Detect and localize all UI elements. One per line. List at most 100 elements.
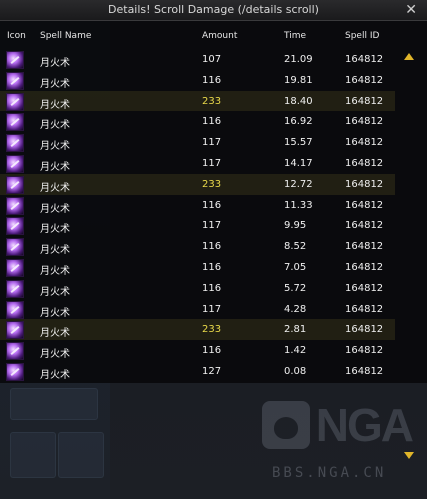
column-header-time: Time — [284, 31, 307, 41]
spell-id-cell: 164812 — [345, 74, 384, 86]
time-cell: 4.28 — [284, 303, 307, 315]
moonfire-spell-icon — [6, 258, 24, 277]
column-header-spell-name: Spell Name — [40, 31, 92, 41]
time-cell: 18.40 — [284, 95, 313, 107]
spell-name-cell: 月火术 — [40, 120, 70, 132]
moonfire-spell-icon — [6, 175, 24, 194]
spell-name-cell: 月火术 — [40, 349, 70, 361]
time-cell: 9.95 — [284, 220, 307, 232]
time-cell: 7.05 — [284, 261, 307, 273]
time-cell: 0.08 — [284, 365, 307, 377]
amount-cell: 116 — [202, 345, 222, 357]
table-row[interactable]: 月火术 116 8.52 164812 — [0, 236, 395, 257]
amount-cell: 127 — [202, 365, 222, 377]
amount-cell: 107 — [202, 54, 222, 65]
amount-cell: 116 — [202, 241, 222, 253]
spell-name-cell: 月火术 — [40, 99, 70, 111]
spell-name-cell: 月火术 — [40, 286, 70, 298]
moonfire-spell-icon — [6, 279, 24, 298]
close-icon[interactable]: ✕ — [405, 1, 417, 19]
time-cell: 21.09 — [284, 54, 313, 65]
moonfire-spell-icon — [6, 51, 24, 69]
table-row[interactable]: 月火术 233 2.81 164812 — [0, 319, 395, 341]
spell-id-cell: 164812 — [345, 303, 384, 315]
spell-name-cell: 月火术 — [40, 182, 70, 194]
table-row[interactable]: 月火术 116 5.72 164812 — [0, 278, 395, 299]
moonfire-spell-icon — [6, 300, 24, 319]
table-row[interactable]: 月火术 117 15.57 164812 — [0, 132, 395, 153]
game-button — [58, 432, 104, 478]
spell-id-cell: 164812 — [345, 95, 384, 107]
amount-cell: 116 — [202, 74, 222, 86]
spell-id-cell: 164812 — [345, 116, 384, 128]
paw-icon — [262, 401, 310, 449]
amount-cell: 116 — [202, 282, 222, 294]
spell-id-cell: 164812 — [345, 365, 384, 377]
spell-id-cell: 164812 — [345, 54, 384, 65]
spell-name-cell: 月火术 — [40, 224, 70, 236]
time-cell: 5.72 — [284, 282, 307, 294]
nga-watermark: NGA BBS.NGA.CN — [262, 393, 414, 493]
moonfire-spell-icon — [6, 362, 24, 381]
moonfire-spell-icon — [6, 238, 24, 257]
time-cell: 16.92 — [284, 116, 313, 128]
moonfire-spell-icon — [6, 321, 24, 340]
scroll-down-arrow-icon[interactable] — [404, 452, 414, 459]
table-row[interactable]: 月火术 233 18.40 164812 — [0, 90, 395, 112]
table-row[interactable]: 月火术 116 16.92 164812 — [0, 111, 395, 132]
spell-id-cell: 164812 — [345, 345, 384, 357]
spell-id-cell: 164812 — [345, 199, 384, 211]
amount-cell: 116 — [202, 199, 222, 211]
table-row[interactable]: 月火术 117 4.28 164812 — [0, 299, 395, 320]
time-cell: 12.72 — [284, 178, 313, 190]
scroll-up-arrow-icon[interactable] — [404, 53, 414, 60]
spell-name-cell: 月火术 — [40, 78, 70, 90]
amount-cell: 233 — [202, 178, 222, 190]
moonfire-spell-icon — [6, 196, 24, 215]
spell-id-cell: 164812 — [345, 324, 384, 336]
spell-id-cell: 164812 — [345, 137, 384, 149]
spell-name-cell: 月火术 — [40, 58, 70, 69]
spell-name-cell: 月火术 — [40, 369, 70, 381]
table-row[interactable]: 月火术 117 14.17 164812 — [0, 153, 395, 174]
window-title: Details! Scroll Damage (/details scroll) — [108, 3, 319, 16]
spell-name-cell: 月火术 — [40, 161, 70, 173]
table-row[interactable]: 月火术 233 12.72 164812 — [0, 173, 395, 195]
table-row[interactable]: 月火术 116 11.33 164812 — [0, 195, 395, 216]
column-header-amount: Amount — [202, 31, 238, 41]
moonfire-spell-icon — [6, 113, 24, 132]
title-bar[interactable]: Details! Scroll Damage (/details scroll)… — [0, 0, 427, 21]
moonfire-spell-icon — [6, 92, 24, 111]
table-row[interactable]: 月火术 117 9.95 164812 — [0, 215, 395, 236]
amount-cell: 117 — [202, 137, 222, 149]
amount-cell: 116 — [202, 261, 222, 273]
table-row[interactable]: 月火术 116 1.42 164812 — [0, 340, 395, 361]
table-row[interactable]: 月火术 116 7.05 164812 — [0, 257, 395, 278]
spell-id-cell: 164812 — [345, 220, 384, 232]
amount-cell: 117 — [202, 220, 222, 232]
table-header: Icon Spell Name Amount Time Spell ID — [0, 31, 427, 45]
amount-cell: 233 — [202, 95, 222, 107]
spell-name-cell: 月火术 — [40, 203, 70, 215]
table-row[interactable]: 月火术 107 21.09 164812 — [0, 49, 395, 70]
time-cell: 11.33 — [284, 199, 313, 211]
spell-id-cell: 164812 — [345, 178, 384, 190]
game-action-buttons — [6, 388, 104, 493]
moonfire-spell-icon — [6, 154, 24, 173]
table-row[interactable]: 月火术 127 0.08 164812 — [0, 361, 395, 382]
moonfire-spell-icon — [6, 134, 24, 153]
moonfire-spell-icon — [6, 342, 24, 361]
spell-name-cell: 月火术 — [40, 245, 70, 257]
table-row[interactable]: 月火术 116 19.81 164812 — [0, 70, 395, 91]
details-scroll-window: Details! Scroll Damage (/details scroll)… — [0, 0, 427, 383]
amount-cell: 117 — [202, 303, 222, 315]
spell-name-cell: 月火术 — [40, 265, 70, 277]
spell-name-cell: 月火术 — [40, 141, 70, 153]
amount-cell: 117 — [202, 157, 222, 169]
moonfire-spell-icon — [6, 217, 24, 236]
time-cell: 2.81 — [284, 324, 307, 336]
moonfire-spell-icon — [6, 71, 24, 90]
watermark-logo: NGA — [262, 393, 414, 457]
spell-id-cell: 164812 — [345, 157, 384, 169]
time-cell: 1.42 — [284, 345, 307, 357]
